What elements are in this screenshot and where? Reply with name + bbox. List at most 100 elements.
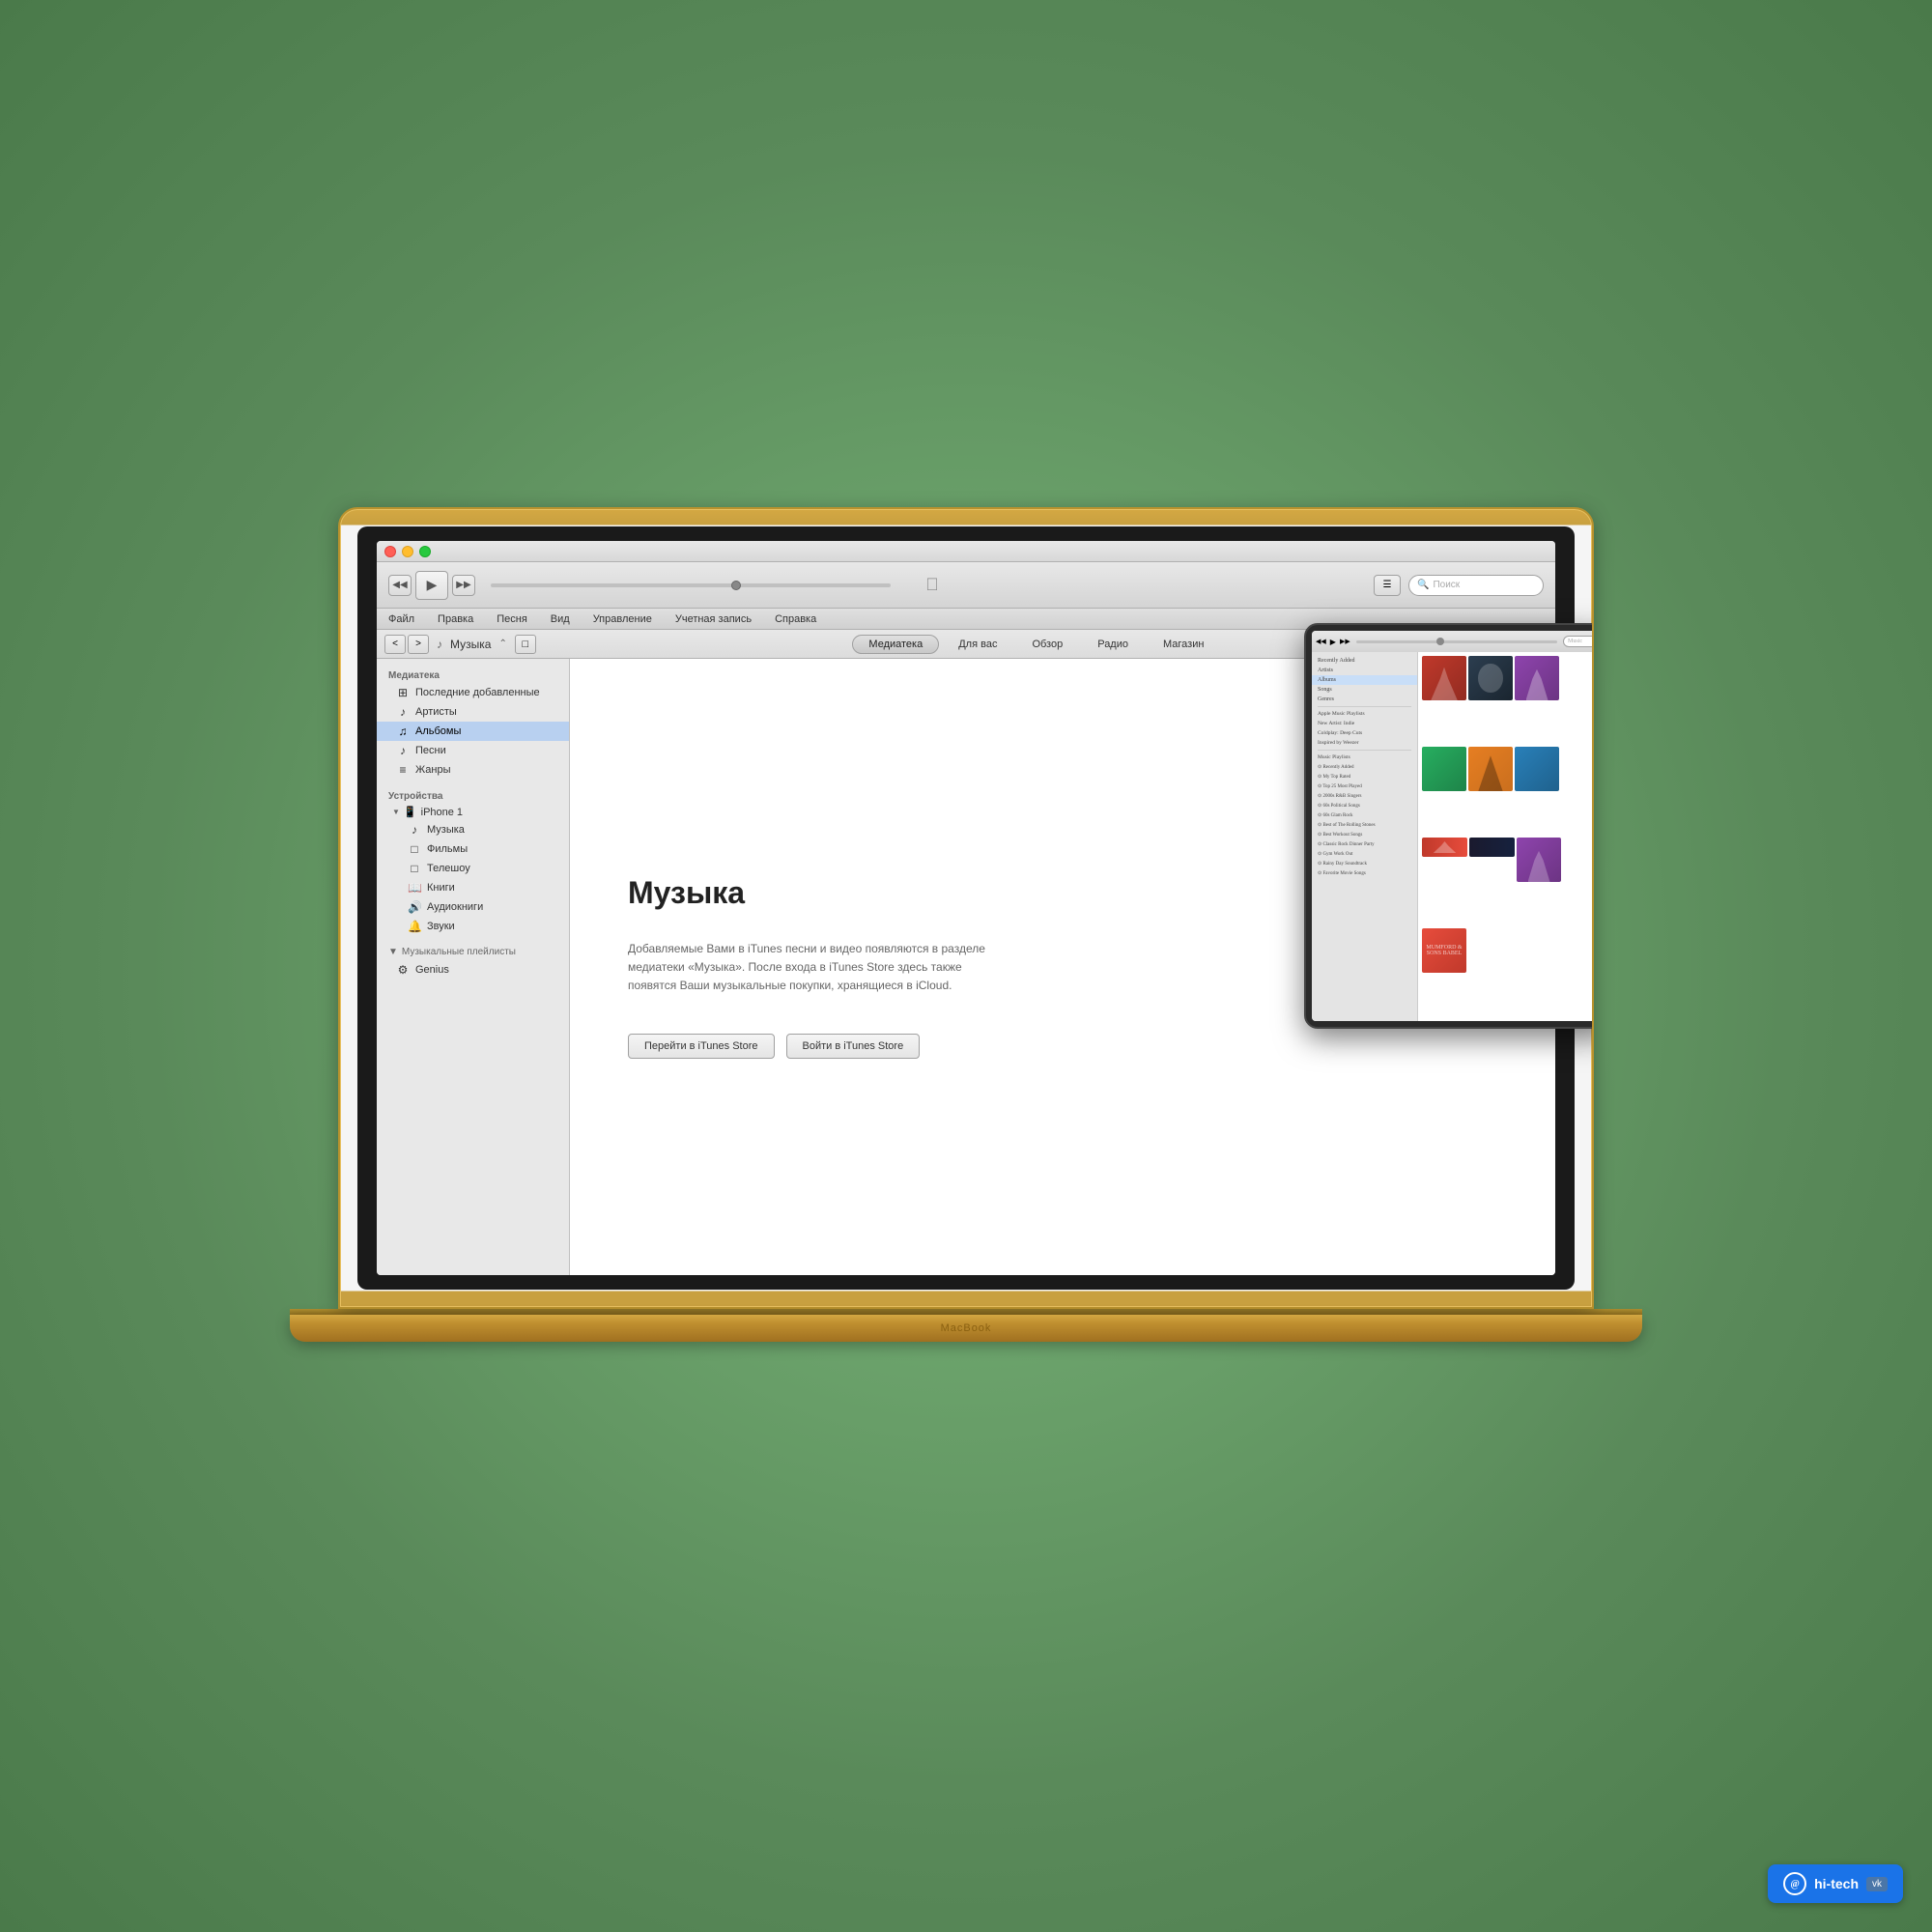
ipad-sidebar-playlist-glam[interactable]: ⊙ 60s Glam Rock — [1312, 810, 1417, 820]
iphone-device-icon: 📱 — [404, 806, 417, 818]
nav-arrows: < > — [384, 635, 429, 654]
ipad-sidebar-albums[interactable]: Albums — [1312, 675, 1417, 685]
signin-store-button[interactable]: Войти в iTunes Store — [786, 1034, 921, 1059]
library-section-title: Медиатека — [377, 667, 569, 683]
ipad-sidebar: Recently Added Artists Albums Songs Genr… — [1312, 652, 1418, 1021]
sounds-icon: 🔔 — [408, 920, 421, 933]
sidebar-item-audiobooks[interactable]: 🔊 Аудиокниги — [377, 897, 569, 917]
ipad-sidebar-playlist-mytr[interactable]: ⊙ My Top Rated — [1312, 772, 1417, 781]
sidebar-item-music[interactable]: ♪ Музыка — [377, 820, 569, 839]
iphone-expand-icon: ▼ — [392, 808, 400, 816]
back-button[interactable]: < — [384, 635, 406, 654]
ipad-sidebar-artists[interactable]: Artists — [1312, 666, 1417, 675]
ipad-sidebar-playlist-movie[interactable]: ⊙ Favorite Movie Songs — [1312, 868, 1417, 878]
album-thumb-7[interactable] — [1517, 838, 1561, 882]
tab-radio[interactable]: Радио — [1082, 636, 1144, 653]
maximize-button[interactable] — [419, 546, 431, 557]
ipad-sidebar-playlist2[interactable]: Coldplay: Deep Cuts — [1312, 728, 1417, 738]
ipad-sidebar-playlist-2000s[interactable]: ⊙ 2000s R&B Singers — [1312, 791, 1417, 801]
view-toggle-button[interactable]: ☰ — [1374, 575, 1401, 596]
hitech-vk-button[interactable]: vk — [1866, 1877, 1888, 1891]
device-button[interactable]: □ — [515, 635, 536, 654]
search-box[interactable]: 🔍 Поиск — [1408, 575, 1544, 596]
ipad-sidebar-playlist-60spol[interactable]: ⊙ 60s Political Songs — [1312, 801, 1417, 810]
menu-file[interactable]: Файл — [384, 611, 418, 627]
content-title: Музыка — [628, 875, 745, 911]
sidebar-item-recently-added[interactable]: ⊞ Последние добавленные — [377, 683, 569, 702]
album-thumb-3[interactable] — [1515, 656, 1559, 700]
ipad-sidebar-playlist-workout[interactable]: ⊙ Best Workout Songs — [1312, 830, 1417, 839]
menu-controls[interactable]: Управление — [589, 611, 656, 627]
goto-store-button[interactable]: Перейти в iTunes Store — [628, 1034, 775, 1059]
breadcrumb-dropdown[interactable]: ⌃ — [498, 639, 506, 649]
album-label-mumford: MUMFORD & SONS BABEL — [1422, 928, 1466, 973]
tab-library[interactable]: Медиатека — [852, 635, 939, 654]
tab-store[interactable]: Магазин — [1148, 636, 1219, 653]
ipad-sidebar-music-playlists[interactable]: Music Playlists — [1312, 753, 1417, 762]
sidebar-item-genres[interactable]: ≡ Жанры — [377, 760, 569, 780]
album-thumb-4[interactable] — [1422, 747, 1466, 791]
ipad-sidebar-genres[interactable]: Genres — [1312, 695, 1417, 704]
play-button[interactable]: ▶ — [415, 571, 448, 600]
albums-label: Альбомы — [415, 725, 461, 737]
ipad-sidebar-playlist1[interactable]: New Artist: Indie — [1312, 719, 1417, 728]
sidebar-item-songs[interactable]: ♪ Песни — [377, 741, 569, 760]
next-button[interactable]: ▶▶ — [452, 575, 475, 596]
menu-help[interactable]: Справка — [771, 611, 820, 627]
movies-label: Фильмы — [427, 843, 468, 855]
ipad-sidebar-playlist-stones[interactable]: ⊙ Best of The Rolling Stones — [1312, 820, 1417, 830]
sidebar-item-genius[interactable]: ⚙ Genius — [377, 960, 569, 980]
ipad-sidebar-playlist-ra[interactable]: ⊙ Recently Added — [1312, 762, 1417, 772]
tab-for-you[interactable]: Для вас — [943, 636, 1012, 653]
ipad-sidebar-songs[interactable]: Songs — [1312, 685, 1417, 695]
album-thumb-6[interactable] — [1515, 747, 1559, 791]
forward-button[interactable]: > — [408, 635, 429, 654]
iphone-music-label: Музыка — [427, 824, 465, 836]
album-art-3 — [1515, 656, 1559, 700]
tvshows-icon: □ — [408, 862, 421, 875]
content-buttons: Перейти в iTunes Store Войти в iTunes St… — [628, 1034, 920, 1059]
playlists-expand-icon: ▼ — [388, 947, 398, 957]
ipad-sidebar-recently-added[interactable]: Recently Added — [1312, 656, 1417, 666]
ipad-sidebar-playlist3[interactable]: Inspired by Weezer — [1312, 738, 1417, 748]
search-icon: 🔍 — [1417, 580, 1429, 590]
menu-account[interactable]: Учетная запись — [671, 611, 755, 627]
genius-label: Genius — [415, 964, 449, 976]
minimize-button[interactable] — [402, 546, 413, 557]
progress-bar[interactable] — [491, 583, 891, 587]
sidebar-item-albums[interactable]: ♫ Альбомы — [377, 722, 569, 741]
sidebar-item-books[interactable]: 📖 Книги — [377, 878, 569, 897]
menu-edit[interactable]: Правка — [434, 611, 477, 627]
sidebar-item-artists[interactable]: ♪ Артисты — [377, 702, 569, 722]
prev-button[interactable]: ◀◀ — [388, 575, 412, 596]
hitech-badge[interactable]: @ hi-tech vk — [1768, 1864, 1903, 1903]
ipad-sidebar-playlist-gym[interactable]: ⊙ Gym Work Out — [1312, 849, 1417, 859]
movies-icon: □ — [408, 842, 421, 856]
sidebar-item-tvshows[interactable]: □ Телешоу — [377, 859, 569, 878]
books-icon: 📖 — [408, 881, 421, 895]
sidebar-item-sounds[interactable]: 🔔 Звуки — [377, 917, 569, 936]
sidebar-item-movies[interactable]: □ Фильмы — [377, 839, 569, 859]
album-thumb-5[interactable] — [1468, 747, 1513, 791]
menu-song[interactable]: Песня — [493, 611, 531, 627]
audiobooks-label: Аудиокниги — [427, 901, 483, 913]
close-button[interactable] — [384, 546, 396, 557]
sidebar-item-iphone[interactable]: ▼ 📱 iPhone 1 — [377, 804, 569, 820]
books-label: Книги — [427, 882, 455, 894]
recently-added-label: Последние добавленные — [415, 687, 540, 698]
ipad-sidebar-playlist-top25[interactable]: ⊙ Top 25 Most Played — [1312, 781, 1417, 791]
ipad-sidebar-apple-music[interactable]: Apple Music Playlists — [1312, 709, 1417, 719]
tab-browse[interactable]: Обзор — [1016, 636, 1078, 653]
apple-logo-icon:  — [925, 575, 939, 595]
genres-icon: ≡ — [396, 763, 410, 777]
ipad-sidebar-playlist-rainy[interactable]: ⊙ Rainy Day Soundtrack — [1312, 859, 1417, 868]
ipad-sidebar-playlist-dinner[interactable]: ⊙ Classic Rock Dinner Party — [1312, 839, 1417, 849]
album-thumb-1[interactable] — [1422, 656, 1466, 700]
album-thumb-2[interactable] — [1468, 656, 1513, 700]
playback-controls: ◀◀ ▶ ▶▶ — [388, 571, 475, 600]
genius-icon: ⚙ — [396, 963, 410, 977]
ipad-toolbar: ◀◀ ▶ ▶▶ Music — [1312, 631, 1594, 652]
menu-view[interactable]: Вид — [547, 611, 574, 627]
playlists-section[interactable]: ▼ Музыкальные плейлисты — [377, 944, 569, 960]
audiobooks-icon: 🔊 — [408, 900, 421, 914]
